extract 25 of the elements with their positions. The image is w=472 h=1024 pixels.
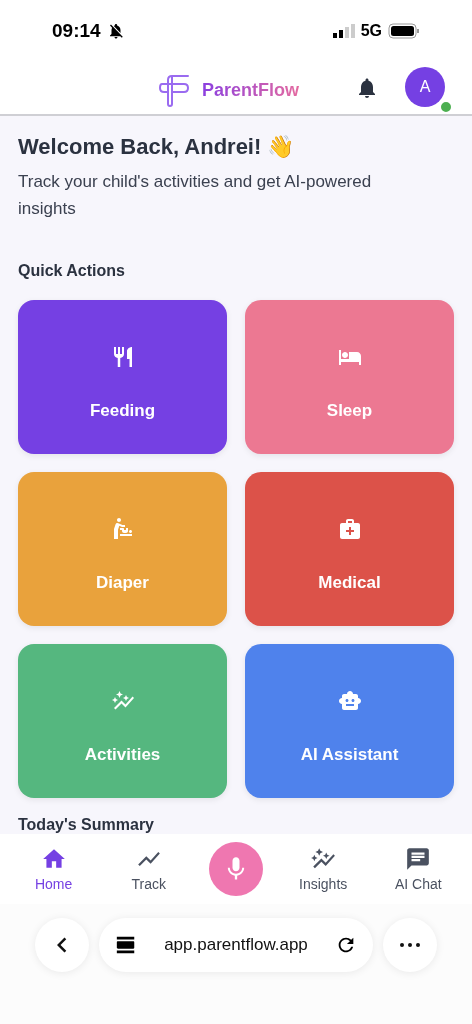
more-icon [400,943,420,947]
section-title: Quick Actions [18,262,126,280]
logo-icon [158,72,192,108]
robot-icon [337,689,362,713]
status-time: 09:14 [52,20,101,42]
chat-icon [405,846,432,872]
welcome-subtitle: Track your child's activities and get AI-powered insights [18,171,373,220]
nav-tab[interactable]: Home [18,846,89,892]
welcome-title: Welcome Back, Andrei! 👋 [18,134,296,160]
nav-tab[interactable]: Track [113,846,184,892]
page-icon [115,934,137,956]
section-title: Today's Summary [18,816,155,834]
url-text: app.parentflow.app [164,935,308,955]
signal-icon [332,24,355,38]
quick-action-card[interactable]: Medical [245,472,454,626]
quick-action-card[interactable]: AI Assistant [245,644,454,798]
address-bar[interactable]: app.parentflow.app [99,918,373,972]
nav-tab[interactable]: AI Chat [383,846,454,892]
voice-button[interactable] [208,842,263,896]
network-type: 5G [360,22,382,40]
nav-tab[interactable]: Insights [288,846,359,892]
quick-action-card[interactable]: Feeding [18,300,227,454]
user-avatar[interactable]: A [405,67,445,107]
battery-icon [388,23,420,39]
medical-kit-icon [337,517,362,541]
